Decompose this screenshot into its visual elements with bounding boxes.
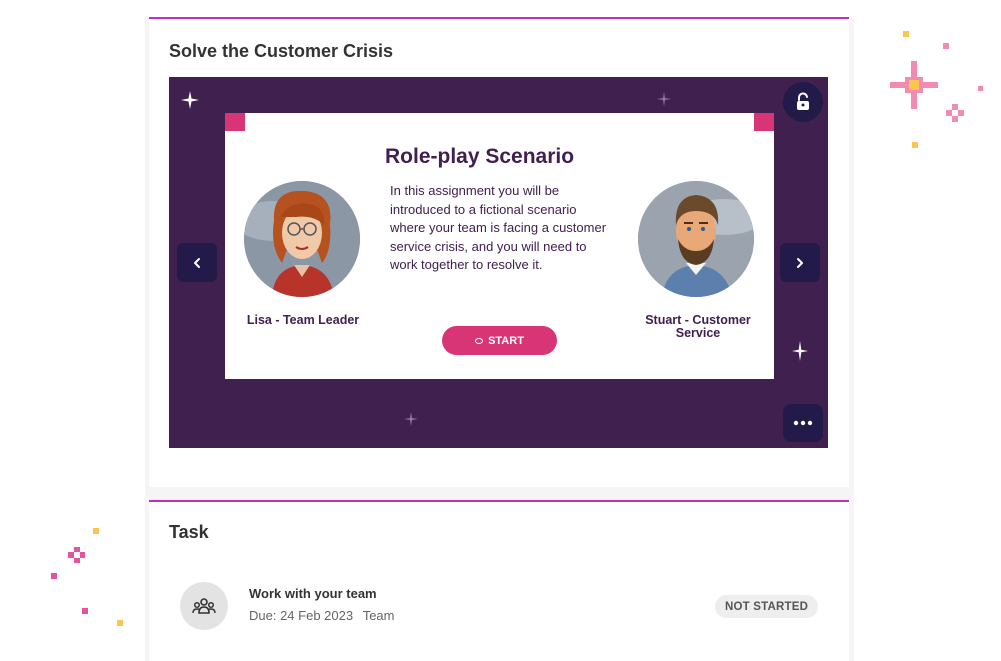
lisa-name-label: Lisa - Team Leader xyxy=(246,313,360,327)
task-meta: Due: 24 Feb 2023 Team xyxy=(249,608,395,623)
sparkle-icon xyxy=(181,91,199,109)
team-icon xyxy=(192,598,216,614)
stuart-avatar xyxy=(638,181,754,297)
slide-viewer: Role-play Scenario In this assignment yo… xyxy=(169,77,828,448)
status-badge: NOT STARTED xyxy=(715,595,819,618)
more-horizontal-icon xyxy=(793,420,813,426)
page: Solve the Customer Crisis Role-play Scen… xyxy=(0,0,1001,661)
task-card: Task Work with your team Due: 24 Feb 202… xyxy=(149,500,849,661)
activity-title: Solve the Customer Crisis xyxy=(169,41,394,61)
lisa-avatar xyxy=(244,181,360,297)
sparkle-icon xyxy=(792,341,808,361)
slide-content: Role-play Scenario In this assignment yo… xyxy=(225,113,774,379)
slide-title: Role-play Scenario xyxy=(385,145,575,168)
task-due-date: Due: 24 Feb 2023 xyxy=(249,608,354,623)
chevron-left-icon xyxy=(194,257,200,268)
content-column: Solve the Customer Crisis Role-play Scen… xyxy=(145,17,854,661)
chevron-right-icon xyxy=(797,257,803,268)
activity-card: Solve the Customer Crisis Role-play Scen… xyxy=(149,17,849,487)
team-icon-badge xyxy=(180,582,228,630)
sparkle-icon xyxy=(404,412,418,426)
unlock-button[interactable] xyxy=(783,82,823,122)
more-options-button[interactable] xyxy=(783,404,823,442)
task-name-link[interactable]: Work with your team xyxy=(249,586,377,601)
sparkle-icon xyxy=(657,92,671,106)
start-button-label: START xyxy=(488,334,524,347)
eye-icon xyxy=(475,337,484,344)
unlock-icon xyxy=(797,92,809,110)
previous-slide-button[interactable] xyxy=(177,243,217,282)
slide-corner-decoration xyxy=(225,113,245,131)
next-slide-button[interactable] xyxy=(780,243,820,282)
slide-corner-decoration xyxy=(754,113,774,131)
slide-description: In this assignment you will be introduce… xyxy=(390,183,607,272)
stuart-name-label: Stuart - Customer Service xyxy=(645,313,751,340)
task-type: Team xyxy=(362,608,395,623)
task-section-title: Task xyxy=(169,522,209,542)
start-button[interactable]: START xyxy=(442,326,557,355)
